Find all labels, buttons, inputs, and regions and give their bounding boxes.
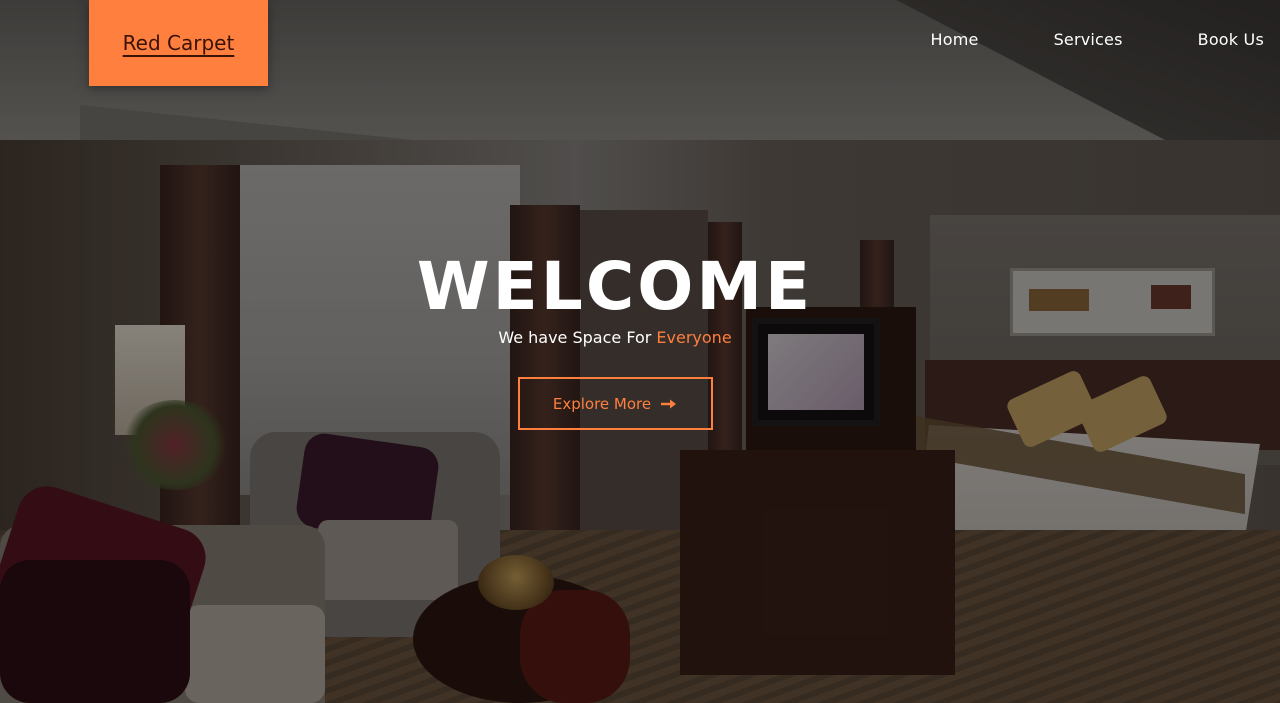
hero-subtitle: We have Space For Everyone <box>0 328 1230 347</box>
main-nav: Home Services Book Us <box>856 30 1265 49</box>
explore-more-button[interactable]: Explore More <box>518 377 713 430</box>
hero-subtitle-highlight: Everyone <box>656 328 732 347</box>
nav-book-us-link[interactable]: Book Us <box>1198 30 1264 49</box>
nav-home-link[interactable]: Home <box>931 30 979 49</box>
explore-more-label: Explore More <box>552 394 652 413</box>
hero-background <box>0 0 1280 703</box>
brand-name: Red Carpet <box>122 31 235 55</box>
hero-title: WELCOME <box>416 248 814 325</box>
hero-dark-overlay <box>0 0 1280 703</box>
hero-subtitle-text: We have Space For <box>498 328 657 347</box>
logo-link[interactable]: Red Carpet <box>89 0 268 86</box>
nav-services-link[interactable]: Services <box>1054 30 1123 49</box>
arrow-right-icon <box>660 398 678 410</box>
